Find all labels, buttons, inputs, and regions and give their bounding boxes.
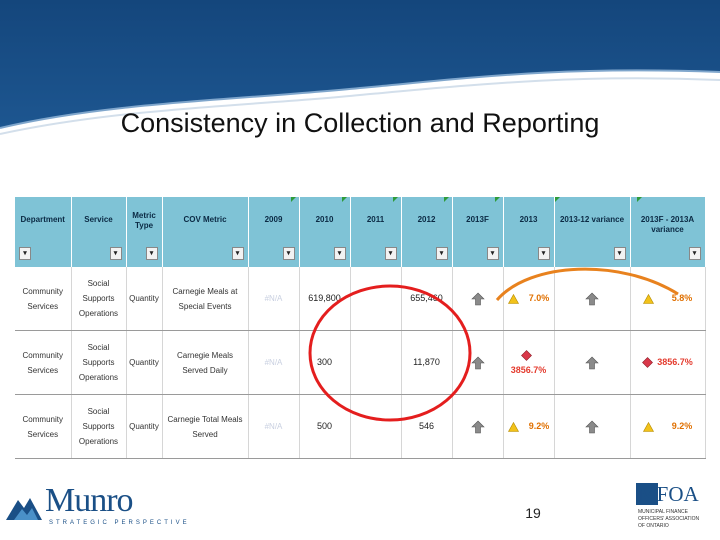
page-number: 19 [525, 505, 541, 521]
annotation-overlay [308, 267, 679, 422]
munro-wordmark: Munro [45, 482, 134, 519]
mfoa-line1: MUNICIPAL FINANCE [638, 509, 689, 515]
mfoa-line2: OFFICERS' ASSOCIATION [638, 516, 700, 522]
mfoa-wordmark: MFOA [638, 482, 699, 506]
mfoa-logo: MFOA MUNICIPAL FINANCE OFFICERS' ASSOCIA… [636, 483, 716, 533]
munro-tagline: STRATEGIC PERSPECTIVE [49, 520, 190, 526]
mountain-logo-icon [6, 498, 42, 520]
orange-highlight-arc [495, 267, 679, 301]
mfoa-line3: OF ONTARIO [638, 523, 669, 529]
munro-logo: Munro STRATEGIC PERSPECTIVE [5, 482, 187, 530]
red-highlight-circle [308, 284, 472, 422]
